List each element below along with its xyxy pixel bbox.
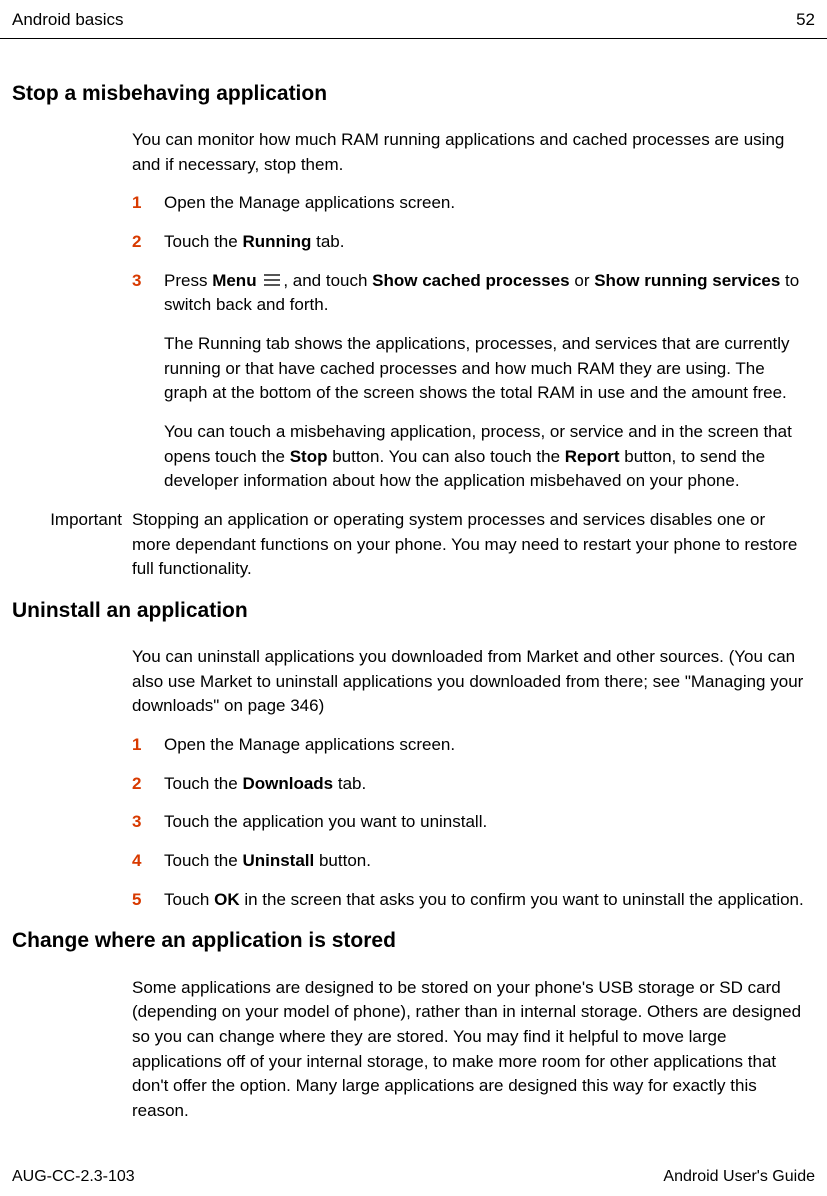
step-row: 4 Touch the Uninstall button.	[132, 849, 805, 874]
step-text: Touch the application you want to uninst…	[164, 810, 805, 835]
section-title-uninstall: Uninstall an application	[12, 596, 815, 625]
step-text: Touch the Uninstall button.	[164, 849, 805, 874]
important-note: Important Stopping an application or ope…	[12, 508, 805, 582]
step-row: 5 Touch OK in the screen that asks you t…	[132, 888, 805, 913]
step-row: 3 Press Menu , and touch Show cached pro…	[132, 269, 805, 318]
step-number: 2	[132, 230, 164, 255]
bold-text: Show running services	[594, 271, 780, 290]
section-title-stop-app: Stop a misbehaving application	[12, 79, 815, 108]
bold-text: Downloads	[242, 774, 333, 793]
intro-paragraph: You can uninstall applications you downl…	[132, 645, 805, 719]
step-sub-paragraph: The Running tab shows the applications, …	[164, 332, 805, 406]
step-row: 1 Open the Manage applications screen.	[132, 733, 805, 758]
text-fragment: Touch	[164, 890, 214, 909]
step-number: 3	[132, 810, 164, 835]
text-fragment: Touch the	[164, 851, 242, 870]
bold-text: Report	[565, 447, 620, 466]
text-fragment: tab.	[311, 232, 344, 251]
step-row: 2 Touch the Downloads tab.	[132, 772, 805, 797]
header-left: Android basics	[12, 8, 124, 32]
step-number: 5	[132, 888, 164, 913]
step-row: 3 Touch the application you want to unin…	[132, 810, 805, 835]
step-text: Touch the Running tab.	[164, 230, 805, 255]
important-label: Important	[12, 508, 132, 582]
text-fragment: button.	[314, 851, 371, 870]
footer-right: Android User's Guide	[663, 1166, 815, 1188]
bold-text: Uninstall	[242, 851, 314, 870]
text-fragment: or	[570, 271, 595, 290]
step-number: 2	[132, 772, 164, 797]
text-fragment: , and touch	[283, 271, 372, 290]
intro-paragraph: Some applications are designed to be sto…	[132, 976, 805, 1124]
bold-text: Show cached processes	[372, 271, 569, 290]
step-text: Open the Manage applications screen.	[164, 733, 805, 758]
bold-text: Menu	[212, 271, 256, 290]
page-content: Stop a misbehaving application You can m…	[0, 39, 827, 1124]
text-fragment: tab.	[333, 774, 366, 793]
intro-paragraph: You can monitor how much RAM running app…	[132, 128, 805, 177]
step-text: Touch the Downloads tab.	[164, 772, 805, 797]
step-row: 1 Open the Manage applications screen.	[132, 191, 805, 216]
text-fragment: in the screen that asks you to confirm y…	[240, 890, 804, 909]
step-row: 2 Touch the Running tab.	[132, 230, 805, 255]
footer-left: AUG-CC-2.3-103	[12, 1166, 135, 1188]
step-number: 1	[132, 191, 164, 216]
text-fragment: Touch the	[164, 774, 242, 793]
step-sub-paragraph: You can touch a misbehaving application,…	[164, 420, 805, 494]
step-number: 3	[132, 269, 164, 318]
menu-icon	[263, 273, 281, 287]
bold-text: OK	[214, 890, 240, 909]
header-page-number: 52	[796, 8, 815, 32]
bold-text: Running	[242, 232, 311, 251]
page-header: Android basics 52	[0, 0, 827, 39]
step-number: 4	[132, 849, 164, 874]
step-number: 1	[132, 733, 164, 758]
text-fragment: Press	[164, 271, 212, 290]
text-fragment: Touch the	[164, 232, 242, 251]
text-fragment: button. You can also touch the	[328, 447, 565, 466]
bold-text: Stop	[290, 447, 328, 466]
section-title-change-storage: Change where an application is stored	[12, 926, 815, 955]
important-text: Stopping an application or operating sys…	[132, 508, 805, 582]
step-text: Touch OK in the screen that asks you to …	[164, 888, 805, 913]
page-footer: AUG-CC-2.3-103 Android User's Guide	[12, 1166, 815, 1188]
step-text: Press Menu , and touch Show cached proce…	[164, 269, 805, 318]
step-text: Open the Manage applications screen.	[164, 191, 805, 216]
